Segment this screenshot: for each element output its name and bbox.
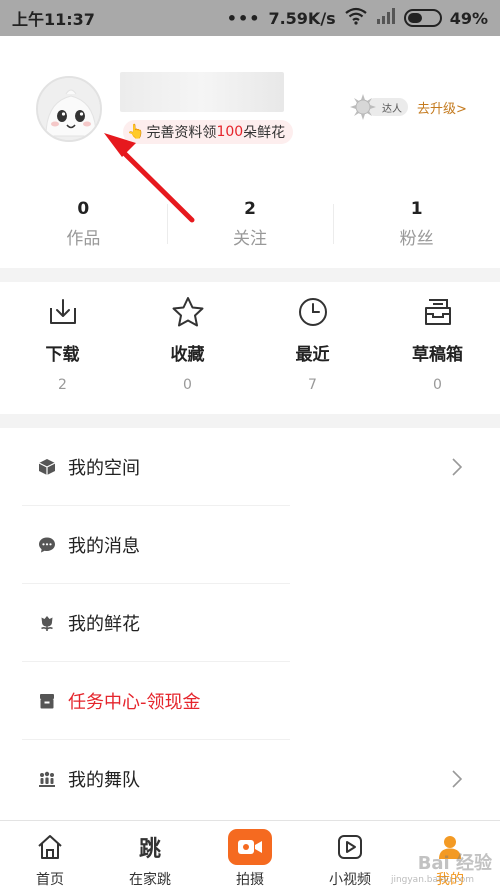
complete-profile-tip[interactable]: 👆 完善资料领 100 朵鲜花 xyxy=(123,120,294,144)
tip-highlight: 100 xyxy=(216,124,244,140)
tab-shoot[interactable]: 拍摄 xyxy=(200,821,300,889)
quick-recent[interactable]: 最近 7 xyxy=(250,282,375,414)
tip-prefix: 完善资料领 xyxy=(146,125,217,141)
chevron-right-icon xyxy=(452,770,462,788)
home-icon xyxy=(38,835,62,859)
avatar[interactable] xyxy=(36,76,102,142)
quick-download[interactable]: 下载 2 xyxy=(0,282,125,414)
stat-label: 作品 xyxy=(66,229,101,249)
signal-icon xyxy=(376,7,396,29)
upgrade-link[interactable]: 去升级> xyxy=(417,98,467,117)
clock-icon xyxy=(298,298,327,326)
video-play-icon xyxy=(338,835,362,859)
stats-row: 0 作品 2 关注 1 粉丝 xyxy=(0,198,500,258)
cube-icon xyxy=(38,459,56,475)
tab-label: 小视频 xyxy=(329,872,371,888)
watermark: Bai 经验 xyxy=(417,853,492,874)
status-time: 上午11:37 xyxy=(12,10,95,29)
tab-dance-at-home[interactable]: 跳 在家跳 xyxy=(100,821,200,889)
menu-item-task-center[interactable]: 任务中心-领现金 xyxy=(0,662,500,740)
sun-badge-icon xyxy=(350,94,376,120)
team-icon xyxy=(39,771,55,787)
menu-label: 任务中心-领现金 xyxy=(68,692,201,713)
quick-drafts[interactable]: 草稿箱 0 xyxy=(375,282,500,414)
battery-icon xyxy=(403,9,442,27)
watermark-sub: jingyan.baidu.com xyxy=(390,875,474,885)
status-right: ••• 7.59K/s 49% xyxy=(227,7,488,29)
username-blurred xyxy=(120,72,284,112)
chat-icon xyxy=(39,537,55,553)
quick-label: 草稿箱 xyxy=(412,345,463,365)
menu-item-my-space[interactable]: 我的空间 xyxy=(0,428,500,506)
stat-label: 关注 xyxy=(233,229,267,249)
pointing-hand-icon: 👆 xyxy=(127,124,145,140)
stat-following[interactable]: 2 关注 xyxy=(166,198,334,258)
menu-item-my-team[interactable]: 我的舞队 xyxy=(0,740,500,818)
wifi-icon xyxy=(344,7,368,29)
quick-label: 收藏 xyxy=(170,345,205,365)
bottom-tab-bar: 首页 跳 在家跳 拍摄 小视频 我的 Bai 经验 jingyan.baidu.… xyxy=(0,820,500,889)
tab-short-video[interactable]: 小视频 xyxy=(300,821,400,889)
task-icon xyxy=(40,694,54,709)
battery-percent: 49% xyxy=(449,8,488,28)
tab-label: 拍摄 xyxy=(236,872,264,888)
stat-number: 1 xyxy=(410,199,423,219)
quick-actions: 下载 2 收藏 0 最近 7 草稿箱 0 xyxy=(0,282,500,414)
tab-label: 首页 xyxy=(36,872,64,888)
net-speed: 7.59K/s xyxy=(268,8,336,28)
shoot-button[interactable] xyxy=(228,829,272,865)
tab-label: 在家跳 xyxy=(129,872,171,888)
menu-label: 我的消息 xyxy=(68,536,140,557)
camera-icon xyxy=(238,840,262,854)
avatar-dumpling-icon xyxy=(38,78,100,140)
tip-suffix: 朵鲜花 xyxy=(243,125,286,141)
flower-icon xyxy=(41,616,53,631)
profile-header: 👆 完善资料领 100 朵鲜花 达人 去升级> 0 作品 2 关注 1 粉丝 xyxy=(0,36,500,268)
quick-count: 2 xyxy=(58,377,67,393)
quick-count: 0 xyxy=(433,377,442,393)
stat-fans[interactable]: 1 粉丝 xyxy=(333,198,500,258)
download-icon xyxy=(49,299,76,324)
menu-list: 我的空间 我的消息 我的鲜花 任务中心-领现金 我的舞队 xyxy=(0,428,500,820)
stat-number: 2 xyxy=(244,199,256,219)
star-icon xyxy=(172,297,203,327)
tab-home[interactable]: 首页 xyxy=(0,821,100,889)
menu-label: 我的空间 xyxy=(68,458,140,479)
quick-label: 下载 xyxy=(45,345,80,365)
status-bar: 上午11:37 ••• 7.59K/s 49% xyxy=(0,0,500,36)
quick-favorites[interactable]: 收藏 0 xyxy=(125,282,250,414)
more-dots-icon: ••• xyxy=(226,8,261,28)
quick-count: 0 xyxy=(183,377,192,393)
stat-label: 粉丝 xyxy=(399,229,434,249)
menu-label: 我的舞队 xyxy=(68,770,140,791)
menu-item-my-flowers[interactable]: 我的鲜花 xyxy=(0,584,500,662)
menu-label: 我的鲜花 xyxy=(68,614,140,635)
stat-works[interactable]: 0 作品 xyxy=(0,198,167,258)
stat-number: 0 xyxy=(77,199,90,219)
menu-item-my-messages[interactable]: 我的消息 xyxy=(0,506,500,584)
quick-label: 最近 xyxy=(295,345,330,365)
chevron-right-icon xyxy=(452,458,462,476)
level-badge[interactable]: 达人 xyxy=(350,94,408,120)
tiao-icon: 跳 xyxy=(138,837,161,862)
drafts-icon xyxy=(424,299,451,325)
quick-count: 7 xyxy=(308,377,317,393)
